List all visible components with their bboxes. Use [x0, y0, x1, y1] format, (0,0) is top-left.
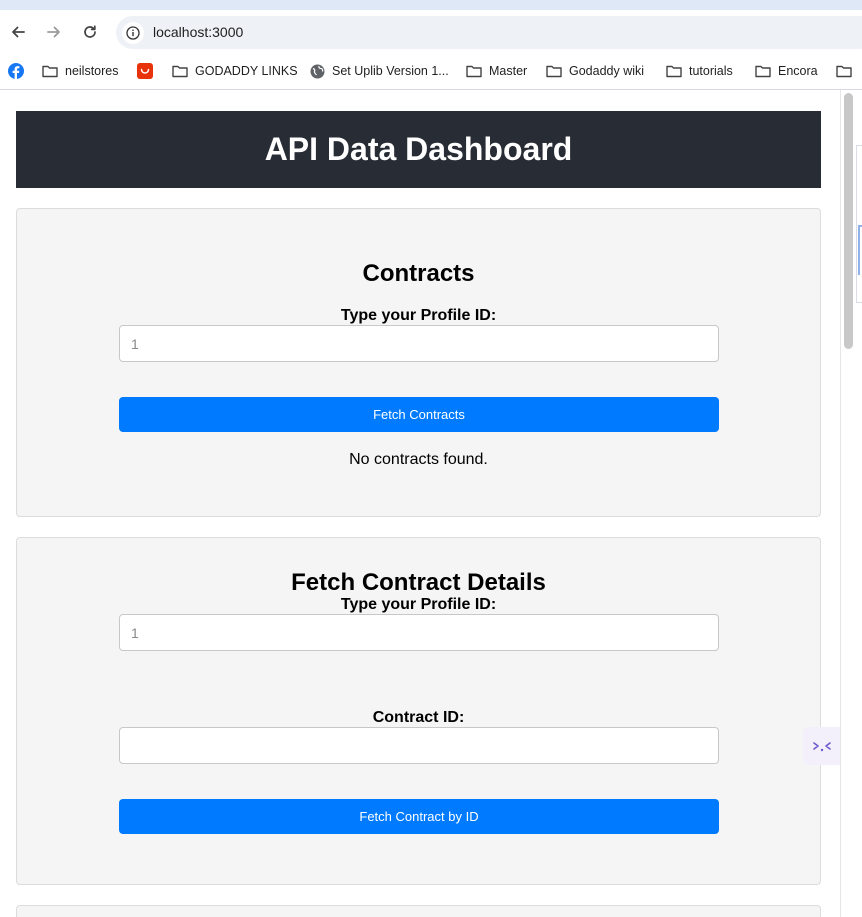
folder-icon: [836, 65, 852, 78]
folder-icon: [755, 65, 771, 78]
bookmark-label: neilstores: [65, 64, 119, 78]
contract-details-heading: Fetch Contract Details: [291, 569, 546, 596]
forward-arrow-icon: [47, 26, 60, 38]
bookmark-godaddy-wiki[interactable]: Godaddy wiki: [546, 61, 644, 81]
profile-id-input[interactable]: [119, 325, 719, 362]
site-info-button[interactable]: [122, 22, 144, 44]
bookmark-label: Godaddy wiki: [569, 64, 645, 78]
back-button[interactable]: [7, 21, 29, 43]
bookmark-set-uplib[interactable]: Set Uplib Version 1...: [310, 61, 449, 81]
profile-id-label: Type your Profile ID:: [340, 307, 497, 324]
back-arrow-icon: [12, 26, 25, 38]
bookmark-aliexpress[interactable]: [137, 61, 160, 81]
bookmark-label: GODADDY LINKS: [195, 64, 298, 78]
bookmark-godaddy-links[interactable]: GODADDY LINKS: [172, 61, 298, 81]
page-viewport: API Data Dashboard Contracts Type your P…: [0, 90, 840, 917]
bookmark-label: tutorials: [689, 64, 733, 78]
bookmark-neilstores[interactable]: neilstores: [42, 61, 119, 81]
contracts-card: Contracts Type your Profile ID: Fetch Co…: [16, 208, 821, 517]
window-top-strip: [0, 0, 862, 10]
folder-icon: [172, 65, 188, 78]
page-title: API Data Dashboard: [264, 131, 573, 167]
info-icon: [126, 26, 140, 40]
bookmark-overflow-folder[interactable]: [836, 61, 859, 81]
bookmark-master[interactable]: Master: [466, 61, 527, 81]
contract-id-label: Contract ID:: [372, 709, 465, 726]
reload-button[interactable]: [79, 21, 101, 43]
extension-widget[interactable]: [803, 727, 840, 765]
bookmark-facebook[interactable]: [8, 61, 31, 81]
bookmark-encora[interactable]: Encora: [755, 61, 818, 81]
details-profile-id-input[interactable]: [119, 614, 719, 651]
fetch-contracts-button[interactable]: Fetch Contracts: [119, 397, 719, 432]
bookmarks-bar: neilstores GODADDY LINKS Set Uplib Versi…: [0, 56, 862, 86]
address-bar[interactable]: localhost:3000: [116, 16, 862, 49]
folder-icon: [546, 65, 562, 78]
forward-button[interactable]: [43, 21, 65, 43]
folder-icon: [42, 65, 58, 78]
folder-icon: [666, 65, 682, 78]
next-card: [16, 905, 821, 917]
side-panel-edge: [856, 145, 862, 303]
fetch-contract-by-id-button[interactable]: Fetch Contract by ID: [119, 799, 719, 834]
reload-icon: [84, 25, 96, 38]
bookmark-label: Encora: [778, 64, 818, 78]
contract-details-card: Fetch Contract Details Type your Profile…: [16, 537, 821, 885]
details-profile-id-label: Type your Profile ID:: [340, 596, 497, 613]
extension-widget-icon: [812, 742, 831, 752]
page-header: API Data Dashboard: [16, 111, 821, 188]
facebook-icon: [8, 63, 24, 79]
globe-icon: [310, 64, 325, 78]
bookmark-label: Master: [489, 64, 528, 78]
contracts-status-message: No contracts found.: [349, 451, 488, 468]
folder-icon: [466, 65, 482, 78]
bookmark-tutorials[interactable]: tutorials: [666, 61, 733, 81]
browser-toolbar: localhost:3000: [0, 10, 862, 56]
side-panel-highlight: [858, 225, 862, 275]
contract-id-input[interactable]: [119, 727, 719, 764]
url-text: localhost:3000: [153, 24, 244, 40]
bookmark-label: Set Uplib Version 1...: [332, 64, 449, 78]
contracts-heading: Contracts: [362, 260, 475, 287]
aliexpress-icon: [137, 63, 153, 79]
scrollbar-thumb[interactable]: [844, 93, 853, 349]
